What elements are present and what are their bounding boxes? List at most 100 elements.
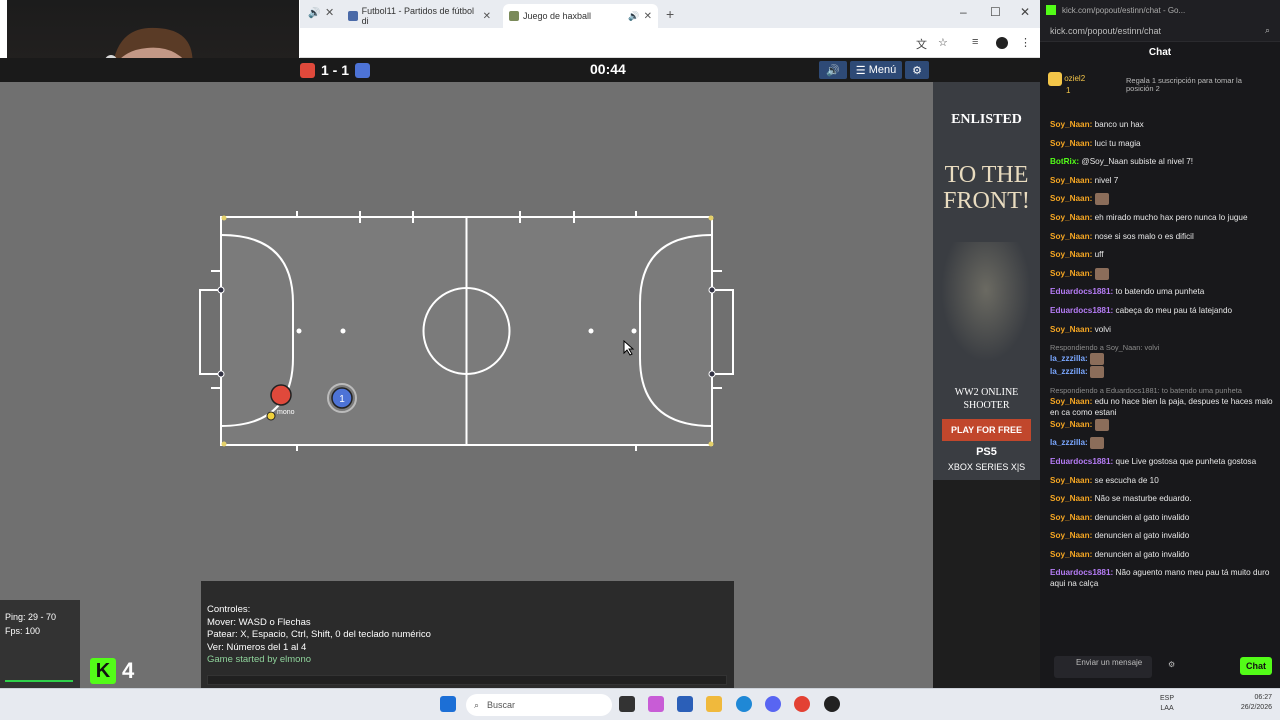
pinned-username: oziel2 bbox=[1064, 74, 1086, 84]
close-icon[interactable]: ✕ bbox=[644, 11, 652, 22]
maximize-button[interactable]: ☐ bbox=[990, 5, 1001, 19]
chat-username[interactable]: Soy_Naan: bbox=[1050, 550, 1092, 559]
kick-badge: K 4 bbox=[90, 658, 134, 684]
minimize-button[interactable]: – bbox=[960, 5, 967, 19]
chat-username[interactable]: Soy_Naan: bbox=[1050, 269, 1092, 278]
chat-username[interactable]: Soy_Naan: bbox=[1050, 494, 1092, 503]
chat-input-area: 🎤 Enviar un mensaje ⚙ Chat bbox=[1048, 655, 1272, 679]
copilot-icon[interactable] bbox=[648, 696, 664, 712]
chat-username[interactable]: Eduardocs1881: bbox=[1050, 306, 1113, 315]
reply-context: Respondiendo a Eduardocs1881: to batendo… bbox=[1050, 385, 1242, 395]
chat-message: Soy_Naan: denuncien al gato invalido bbox=[1050, 529, 1275, 548]
chat-message: Respondiendo a Soy_Naan: volvi la_zzzilla… bbox=[1050, 341, 1275, 366]
settings-button[interactable]: ⚙ bbox=[905, 61, 929, 79]
search-label: Buscar bbox=[487, 700, 516, 710]
controls-panel: Controles: Mover: WASD o Flechas Patear:… bbox=[201, 581, 734, 688]
speaker-icon[interactable]: 🔊 bbox=[308, 8, 320, 19]
search-icon[interactable]: ⌕ bbox=[1265, 25, 1270, 36]
player-name: mono bbox=[277, 409, 295, 416]
chat-message: Soy_Naan: bbox=[1050, 267, 1275, 286]
chat-username[interactable]: Eduardocs1881: bbox=[1050, 457, 1113, 466]
chat-username[interactable]: Soy_Naan: bbox=[1050, 531, 1092, 540]
star-icon[interactable]: ☆ bbox=[938, 36, 948, 49]
clock[interactable]: 06:27 26/2/2026 bbox=[1241, 693, 1272, 713]
chat-username[interactable]: Soy_Naan: bbox=[1050, 513, 1092, 522]
hamburger-icon: ☰ bbox=[855, 64, 869, 77]
controls-view: Ver: Números del 1 al 4 bbox=[207, 641, 307, 653]
gift-icon[interactable]: ⚙ bbox=[1168, 660, 1175, 669]
chat-message: la_zzzilla: bbox=[1050, 436, 1275, 455]
ad-logo: ENLISTED bbox=[951, 112, 1022, 127]
chat-username[interactable]: Soy_Naan: bbox=[1050, 476, 1092, 485]
chat-username[interactable]: Soy_Naan: bbox=[1050, 195, 1092, 204]
file-explorer-icon[interactable] bbox=[706, 696, 722, 712]
ad-sub2: SHOOTER bbox=[963, 400, 1010, 411]
chat-username[interactable]: Soy_Naan: bbox=[1050, 397, 1092, 406]
fps-value: Fps: 100 bbox=[5, 626, 41, 636]
new-tab-button[interactable]: + bbox=[666, 6, 674, 22]
close-icon[interactable]: ✕ bbox=[325, 6, 334, 19]
chat-username[interactable]: Soy_Naan: bbox=[1050, 325, 1092, 334]
speaker-icon: 🔊 bbox=[826, 64, 840, 77]
chat-username[interactable]: Eduardocs1881: bbox=[1050, 287, 1113, 296]
chat-username[interactable]: Soy_Naan: bbox=[1050, 120, 1092, 129]
chat-username[interactable]: Soy_Naan: bbox=[1050, 139, 1092, 148]
xbox-logo: XBOX SERIES X|S bbox=[947, 462, 1026, 472]
speaker-icon[interactable]: 🔊 bbox=[628, 11, 639, 22]
store-icon[interactable] bbox=[677, 696, 693, 712]
play-for-free-button[interactable]: PLAY FOR FREE bbox=[942, 419, 1031, 441]
chat-username[interactable]: Soy_Naan: bbox=[1050, 250, 1092, 259]
close-icon[interactable]: ✕ bbox=[483, 11, 491, 22]
score-value: 1 - 1 bbox=[321, 62, 350, 78]
pinned-gift-banner[interactable]: oziel2 1 Regala 1 suscripción para tomar… bbox=[1048, 72, 1272, 102]
emote-icon bbox=[1090, 353, 1105, 366]
more-menu-icon[interactable]: ⋮ bbox=[1020, 36, 1031, 49]
address-bar: 文 ☆ ≡ ⋮ bbox=[300, 28, 1040, 58]
chat-username[interactable]: Soy_Naan: bbox=[1050, 213, 1092, 222]
tab-futbol11[interactable]: Futbol11 - Partidos de fútbol di ✕ bbox=[342, 4, 497, 28]
chat-username[interactable]: Eduardocs1881: bbox=[1050, 568, 1113, 577]
epic-games-icon[interactable] bbox=[619, 696, 635, 712]
taskbar-search[interactable]: ⌕ Buscar bbox=[466, 694, 612, 716]
profile-avatar[interactable] bbox=[996, 37, 1008, 52]
chat-window-title: kick.com/popout/estinn/chat - Go... bbox=[1062, 5, 1186, 15]
chat-url-bar[interactable]: kick.com/popout/estinn/chat ⌕ bbox=[1040, 20, 1280, 42]
chat-message: Eduardocs1881: Não aguento mano meu pau … bbox=[1050, 566, 1275, 589]
ping-value: Ping: 29 - 70 bbox=[5, 612, 57, 622]
chat-username[interactable]: BotRix: bbox=[1050, 157, 1079, 166]
close-window-button[interactable]: ✕ bbox=[1020, 5, 1030, 19]
media-icon[interactable]: ≡ bbox=[972, 36, 978, 48]
start-icon[interactable] bbox=[440, 696, 456, 712]
tab-haxball[interactable]: Juego de haxball 🔊 ✕ bbox=[503, 4, 658, 28]
translate-icon[interactable]: 文 bbox=[916, 36, 927, 52]
obs-icon[interactable] bbox=[824, 696, 840, 712]
tab-label: Futbol11 - Partidos de fútbol di bbox=[361, 6, 474, 26]
chat-text: to batendo uma punheta bbox=[1115, 287, 1205, 297]
discord-icon[interactable] bbox=[765, 696, 781, 712]
chat-text: denuncien al gato invalido bbox=[1094, 512, 1190, 522]
chat-text: denuncien al gato invalido bbox=[1094, 549, 1190, 559]
chat-username[interactable]: Soy_Naan: bbox=[1050, 420, 1092, 429]
game-chat-input[interactable] bbox=[207, 675, 727, 685]
chat-username[interactable]: la_zzzilla: bbox=[1050, 367, 1088, 376]
chat-message: Soy_Naan: volvi bbox=[1050, 323, 1275, 342]
ad-headline: TO THE FRONT! bbox=[943, 162, 1030, 214]
chat-username[interactable]: Soy_Naan: bbox=[1050, 176, 1092, 185]
chat-message: Eduardocs1881: to batendo uma punheta bbox=[1050, 285, 1275, 304]
chat-username[interactable]: la_zzzilla: bbox=[1050, 438, 1088, 447]
edge-icon[interactable] bbox=[736, 696, 752, 712]
chat-username[interactable]: la_zzzilla: bbox=[1050, 354, 1088, 363]
chat-message-input[interactable]: Enviar un mensaje bbox=[1054, 656, 1152, 678]
chrome-icon[interactable] bbox=[794, 696, 810, 712]
chat-send-button[interactable]: Chat bbox=[1240, 657, 1272, 675]
emote-icon bbox=[1094, 418, 1109, 431]
menu-label: Menú bbox=[868, 64, 897, 76]
lang-code: ESP bbox=[1160, 695, 1175, 702]
chat-message: Soy_Naan: se escucha de 10 bbox=[1050, 474, 1275, 493]
sound-button[interactable]: 🔊 bbox=[819, 61, 847, 79]
language-indicator[interactable]: ESP LAA bbox=[1160, 694, 1174, 714]
menu-button[interactable]: ☰ Menú bbox=[850, 61, 902, 79]
gift-icon bbox=[1048, 72, 1062, 86]
chat-username[interactable]: Soy_Naan: bbox=[1050, 232, 1092, 241]
advertisement[interactable]: ENLISTED TO THE FRONT! WW2 ONLINE SHOOTER… bbox=[933, 82, 1040, 480]
